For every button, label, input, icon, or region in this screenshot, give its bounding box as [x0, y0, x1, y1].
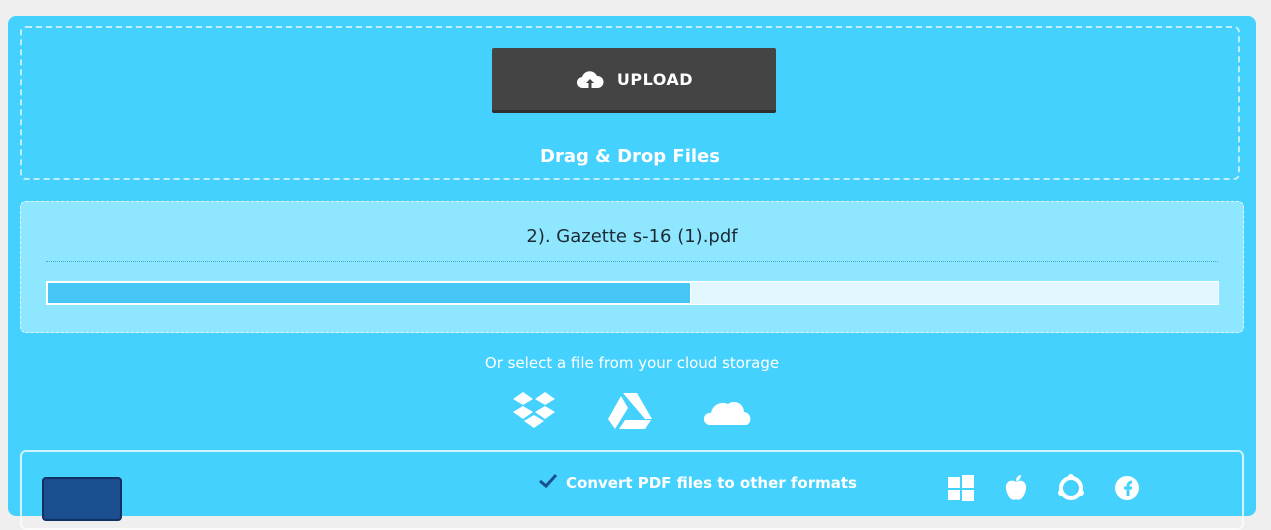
features-section: Convert PDF files to other formats [20, 450, 1244, 530]
platform-icons [947, 474, 1141, 506]
cloud-storage-options [8, 391, 1256, 435]
drag-drop-text: Drag & Drop Files [540, 146, 720, 167]
upload-progress-fill [47, 282, 692, 304]
fedora-icon[interactable] [1113, 474, 1141, 506]
file-divider [46, 261, 1218, 262]
upload-button-label: UPLOAD [616, 69, 694, 89]
drop-zone[interactable]: UPLOAD Drag & Drop Files [20, 26, 1240, 180]
dropbox-icon[interactable] [511, 391, 557, 435]
upload-panel: UPLOAD Drag & Drop Files 2). Gazette s-1… [8, 16, 1256, 530]
feature-text: Convert PDF files to other formats [566, 474, 857, 492]
apple-icon[interactable] [1003, 474, 1029, 506]
upload-progress-bar [46, 281, 1219, 305]
onedrive-icon[interactable] [703, 391, 753, 435]
feature-item: Convert PDF files to other formats [538, 473, 857, 493]
windows-icon[interactable] [947, 474, 975, 506]
cloud-storage-prompt: Or select a file from your cloud storage [484, 354, 780, 372]
google-drive-icon[interactable] [607, 391, 653, 435]
ubuntu-icon[interactable] [1057, 474, 1085, 506]
file-card: 2). Gazette s-16 (1).pdf [20, 201, 1244, 333]
upload-button[interactable]: UPLOAD [492, 48, 776, 113]
app-thumbnail [42, 477, 122, 521]
file-name: 2). Gazette s-16 (1).pdf [526, 226, 738, 247]
checkmark-icon [538, 473, 558, 493]
cloud-upload-icon [575, 68, 605, 90]
